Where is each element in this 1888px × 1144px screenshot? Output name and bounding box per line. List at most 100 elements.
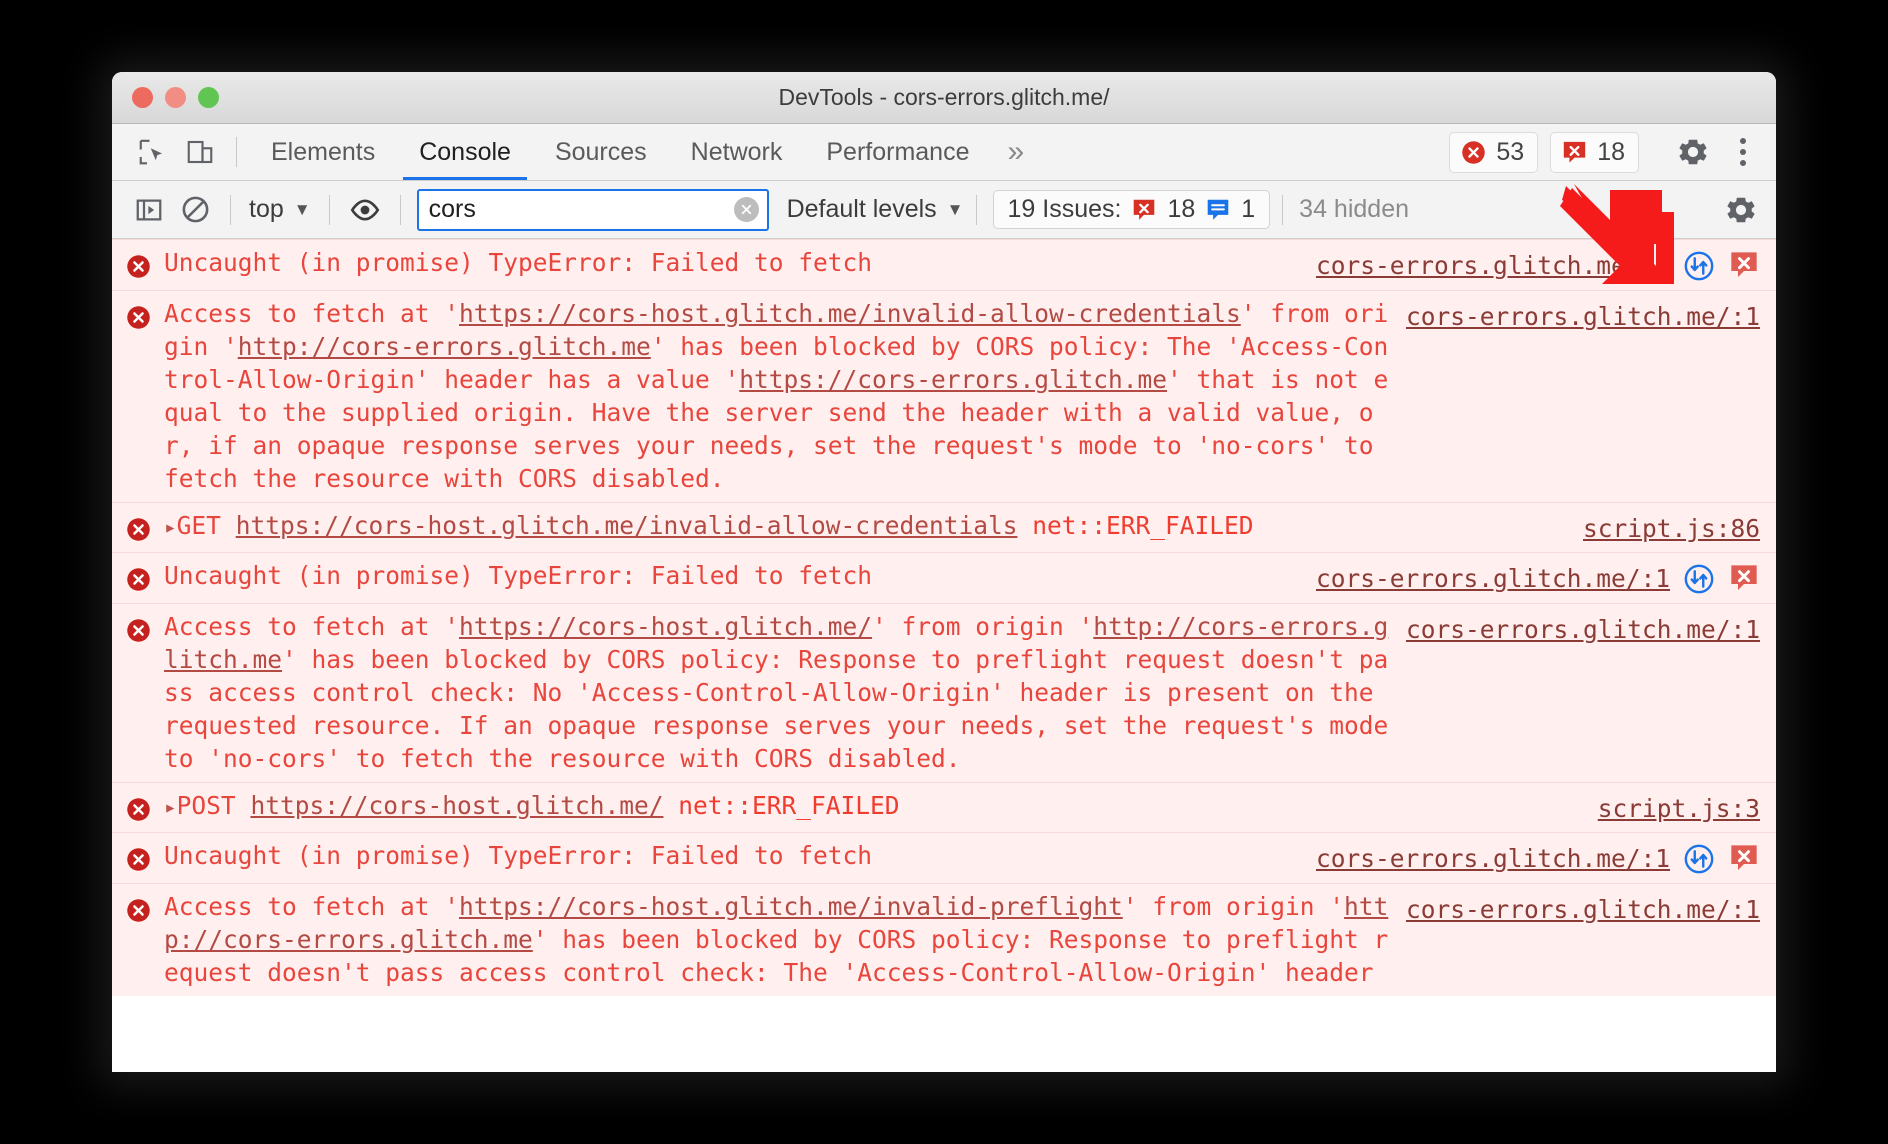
inspect-element-button[interactable] [128,124,176,180]
more-tabs-button[interactable]: » [991,124,1040,180]
console-message-meta: script.js:3 [1598,789,1776,825]
device-toolbar-button[interactable] [176,124,224,180]
console-error-row[interactable]: Access to fetch at 'https://cors-host.gl… [112,603,1776,782]
console-error-row[interactable]: Uncaught (in promise) TypeError: Failed … [112,832,1776,883]
filterbar-divider-3 [399,194,401,225]
source-location-link[interactable]: script.js:3 [1598,792,1760,825]
filter-input[interactable] [428,195,729,224]
clear-filter-button[interactable] [733,197,759,222]
issue-count-badge[interactable]: 18 [1550,131,1639,173]
issue-count-label: 18 [1597,137,1625,166]
message-link-5[interactable]: https://cors-errors.glitch.me [739,365,1167,394]
error-circle-icon [1462,140,1486,164]
issues-summary-badge[interactable]: 19 Issues: 18 1 [992,190,1271,229]
console-message-meta: cors-errors.glitch.me/:1 [1316,559,1776,596]
tab-elements-label: Elements [271,137,376,166]
filterbar-right-cluster [1720,189,1762,231]
hidden-messages-note: 34 hidden [1299,195,1409,223]
error-level-indicator [112,509,164,545]
issue-bubble-icon[interactable] [1728,842,1760,874]
zoom-window-button[interactable] [198,87,219,108]
issue-bubble-icon[interactable] [1728,562,1760,594]
source-location-link[interactable]: cors-errors.glitch.me/:1 [1406,613,1760,646]
message-text-0: Uncaught (in promise) TypeError: Failed … [164,561,873,590]
tab-performance-label: Performance [826,137,970,166]
close-window-button[interactable] [132,87,153,108]
error-count-badge[interactable]: 53 [1449,131,1539,173]
clear-console-icon [182,196,208,223]
devtools-window: DevTools - cors-errors.glitch.me/ Elemen… [112,72,1776,1072]
devtools-more-options-button[interactable] [1726,131,1760,173]
clear-console-button[interactable] [172,187,218,233]
console-message-meta: cors-errors.glitch.me/:1 [1406,610,1776,775]
console-message-list[interactable]: Uncaught (in promise) TypeError: Failed … [112,239,1776,1071]
issue-bubble-icon[interactable] [1728,249,1760,281]
console-message-text: Uncaught (in promise) TypeError: Failed … [164,246,1316,283]
chevron-down-icon-levels: ▼ [946,199,964,219]
expand-triangle-icon[interactable]: ▸ [164,795,177,819]
log-levels-label: Default levels [786,195,937,223]
console-sidebar-toggle-button[interactable] [126,187,172,233]
source-location-link[interactable]: cors-errors.glitch.me/:1 [1406,300,1760,333]
console-filter-field[interactable] [416,188,769,231]
issue-bubble-info-icon [1207,199,1229,220]
tab-sources-label: Sources [554,137,647,166]
message-link-1[interactable]: https://cors-host.glitch.me/invalid-allo… [459,299,1241,328]
tab-elements[interactable]: Elements [249,124,397,180]
minimize-window-button[interactable] [165,87,186,108]
source-location-link[interactable]: cors-errors.glitch.me/:1 [1316,249,1670,282]
filterbar-divider-4 [975,194,977,225]
message-link-1[interactable]: https://cors-host.glitch.me/invalid-pref… [459,892,1123,921]
execution-context-label: top [249,195,284,223]
execution-context-selector[interactable]: top ▼ [243,195,317,224]
message-link-3[interactable]: http://cors-errors.glitch.me [238,332,651,361]
network-request-icon[interactable] [1682,249,1716,283]
device-toolbar-icon [187,140,213,164]
network-request-icon[interactable] [1682,842,1716,876]
console-network-row[interactable]: ▸POST https://cors-host.glitch.me/ net::… [112,782,1776,832]
console-message-text: Access to fetch at 'https://cors-host.gl… [164,610,1406,775]
source-location-link[interactable]: cors-errors.glitch.me/:1 [1406,893,1760,926]
message-link-1[interactable]: https://cors-host.glitch.me/ [459,612,872,641]
issues-info-count: 1 [1241,195,1256,223]
tab-sources[interactable]: Sources [533,124,669,180]
error-level-indicator [112,246,164,283]
chevron-down-icon: ▼ [293,199,311,219]
error-level-indicator [112,890,164,989]
source-location-link[interactable]: script.js:86 [1583,512,1760,545]
console-network-row[interactable]: ▸GET https://cors-host.glitch.me/invalid… [112,502,1776,552]
console-message-text: ▸POST https://cors-host.glitch.me/ net::… [164,789,1598,825]
devtools-tabstrip: Elements Console Sources Network Perform… [112,124,1776,181]
error-level-indicator [112,610,164,775]
source-location-link[interactable]: cors-errors.glitch.me/:1 [1316,562,1670,595]
console-error-row[interactable]: Access to fetch at 'https://cors-host.gl… [112,290,1776,502]
console-message-meta: cors-errors.glitch.me/:1 [1316,839,1776,876]
error-circle-icon [126,306,150,329]
source-location-link[interactable]: cors-errors.glitch.me/:1 [1316,842,1670,875]
request-url[interactable]: https://cors-host.glitch.me/ [250,791,663,820]
network-request-icon[interactable] [1682,562,1716,596]
console-error-row[interactable]: Uncaught (in promise) TypeError: Failed … [112,239,1776,290]
console-error-row[interactable]: Access to fetch at 'https://cors-host.gl… [112,883,1776,996]
live-expression-button[interactable] [342,187,388,233]
message-text-0: Access to fetch at ' [164,892,460,921]
chevron-double-right-icon: » [1007,135,1025,168]
devtools-settings-button[interactable] [1672,131,1714,173]
tab-performance[interactable]: Performance [804,124,991,180]
log-levels-selector[interactable]: Default levels ▼ [787,195,964,224]
clear-input-icon [741,204,751,215]
issues-error-count: 18 [1167,195,1196,223]
error-circle-icon [126,798,150,821]
console-message-text: Uncaught (in promise) TypeError: Failed … [164,559,1316,596]
console-message-meta: cors-errors.glitch.me/:1 [1406,890,1776,989]
console-settings-button[interactable] [1720,189,1762,231]
error-level-indicator [112,839,164,876]
kebab-dot-3 [1740,160,1746,166]
toolbar-divider [236,137,237,167]
kebab-dot-2 [1740,149,1746,155]
expand-triangle-icon[interactable]: ▸ [164,515,177,539]
tab-console[interactable]: Console [397,124,533,180]
console-error-row[interactable]: Uncaught (in promise) TypeError: Failed … [112,552,1776,603]
request-url[interactable]: https://cors-host.glitch.me/invalid-allo… [236,511,1018,540]
tab-network[interactable]: Network [669,124,805,180]
